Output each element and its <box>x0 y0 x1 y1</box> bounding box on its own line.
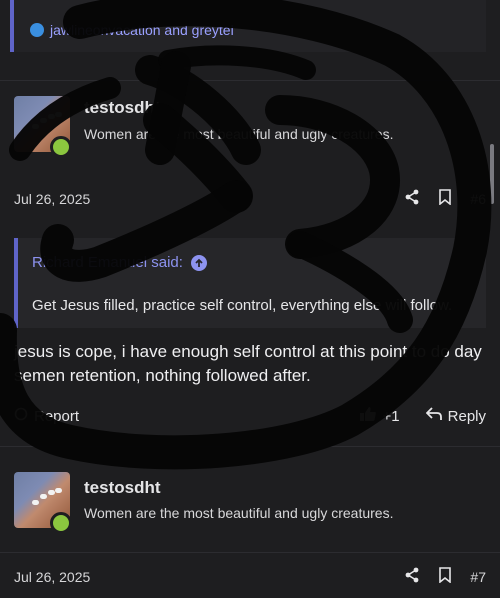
like-button[interactable]: +1 <box>359 406 400 426</box>
thread-page: jawlineonvacation and greytel testosdht … <box>0 0 500 598</box>
online-indicator <box>50 136 72 158</box>
bookmark-icon[interactable] <box>438 566 452 588</box>
user-badge-icon <box>30 23 44 37</box>
scrollbar[interactable] <box>490 144 494 204</box>
online-indicator <box>50 512 72 534</box>
bookmark-icon[interactable] <box>438 188 452 210</box>
quote-author[interactable]: Richard Emanuel said: <box>32 254 183 271</box>
flag-icon <box>14 407 28 425</box>
reply-label: Reply <box>447 407 486 425</box>
like-count: +1 <box>382 407 400 425</box>
post-date[interactable]: Jul 26, 2025 <box>14 569 90 585</box>
quote-text: Get Jesus filled, practice self control,… <box>32 297 453 314</box>
report-button[interactable]: Report <box>14 407 79 425</box>
quote-mentions[interactable]: jawlineonvacation and greytel <box>50 22 234 38</box>
post-date[interactable]: Jul 26, 2025 <box>14 191 90 207</box>
report-label: Report <box>34 407 80 425</box>
quote-block-previous: jawlineonvacation and greytel <box>10 0 486 52</box>
thumbs-up-icon <box>359 406 377 426</box>
post-number[interactable]: #7 <box>470 569 486 585</box>
divider <box>0 80 500 81</box>
user-title: Women are the most beautiful and ugly cr… <box>84 505 394 521</box>
post-meta-row: Jul 26, 2025 #7 <box>14 565 486 589</box>
reply-button[interactable]: Reply <box>425 407 486 425</box>
post-actions: Report +1 Reply <box>14 404 486 428</box>
share-icon[interactable] <box>404 567 420 588</box>
share-icon[interactable] <box>404 189 420 210</box>
post-number[interactable]: #6 <box>470 191 486 207</box>
divider <box>0 552 500 553</box>
post-meta-row: Jul 26, 2025 #6 <box>14 187 486 211</box>
username[interactable]: testosdht <box>84 478 161 498</box>
reply-icon <box>425 407 442 425</box>
username[interactable]: testosdht <box>84 98 161 118</box>
user-title: Women are the most beautiful and ugly cr… <box>84 126 394 142</box>
divider <box>0 446 500 447</box>
quote-bar <box>14 238 18 328</box>
post-body: jesus is cope, i have enough self contro… <box>14 342 482 385</box>
quote-bar <box>10 0 14 52</box>
quote-block: Richard Emanuel said: Get Jesus filled, … <box>14 238 486 328</box>
arrow-up-circle-icon[interactable] <box>190 254 207 271</box>
